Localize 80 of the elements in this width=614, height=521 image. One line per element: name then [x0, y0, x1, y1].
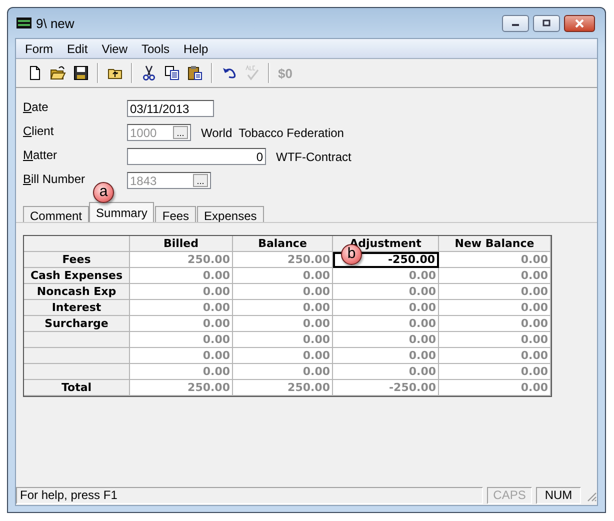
- table-cell[interactable]: 0.00: [130, 364, 233, 380]
- table-cell[interactable]: 0.00: [130, 300, 233, 316]
- tab[interactable]: Summary: [89, 202, 154, 222]
- row-header: Total: [24, 380, 130, 396]
- column-header: New Balance: [439, 236, 551, 252]
- minimize-button[interactable]: [502, 14, 529, 32]
- field-label: Client: [23, 124, 55, 138]
- table-cell[interactable]: 0.00: [130, 316, 233, 332]
- table-cell[interactable]: 250.00: [233, 252, 333, 268]
- menu-item[interactable]: View: [94, 42, 134, 56]
- table-cell[interactable]: 0.00: [439, 300, 551, 316]
- table-cell[interactable]: 0.00: [333, 348, 439, 364]
- menu-item[interactable]: Edit: [60, 42, 95, 56]
- table-cell[interactable]: 0.00: [233, 316, 333, 332]
- save-icon: [73, 65, 89, 81]
- maximize-button[interactable]: [533, 14, 560, 32]
- cut-icon: [141, 65, 157, 81]
- table-cell[interactable]: 0.00: [130, 348, 233, 364]
- table-cell[interactable]: 250.00: [130, 252, 233, 268]
- copy-icon: [164, 65, 180, 81]
- table-cell[interactable]: 0.00: [439, 252, 551, 268]
- table-cell[interactable]: 0.00: [333, 268, 439, 284]
- open-folder-icon: [50, 65, 66, 81]
- paste-icon: [187, 65, 203, 81]
- field-label: Date: [23, 100, 50, 114]
- menu-item[interactable]: Form: [18, 42, 60, 56]
- column-header: Balance: [233, 236, 333, 252]
- table-cell[interactable]: 0.00: [130, 332, 233, 348]
- table-cell[interactable]: 0.00: [233, 300, 333, 316]
- table-cell[interactable]: 0.00: [233, 332, 333, 348]
- app-icon: [16, 17, 32, 29]
- table-cell[interactable]: 0.00: [439, 332, 551, 348]
- maximize-icon: [541, 18, 552, 28]
- tab[interactable]: Fees: [155, 206, 196, 222]
- table-cell[interactable]: 250.00: [233, 380, 333, 396]
- spell-check-icon: [244, 65, 260, 81]
- close-icon: [574, 18, 585, 28]
- table-cell[interactable]: -250.00: [333, 380, 439, 396]
- column-header: Billed: [130, 236, 233, 252]
- table-cell[interactable]: 250.00: [130, 380, 233, 396]
- row-header: Cash Expenses: [24, 268, 130, 284]
- undo-icon: [221, 65, 237, 81]
- row-header: Interest: [24, 300, 130, 316]
- table-cell[interactable]: 0.00: [439, 348, 551, 364]
- field-label: Matter: [23, 148, 58, 162]
- input-field[interactable]: 0: [127, 148, 266, 165]
- table-cell[interactable]: 0.00: [439, 268, 551, 284]
- table-cell[interactable]: 0.00: [439, 380, 551, 396]
- key-indicator: NUM: [536, 487, 581, 504]
- window-title: 9\ new: [36, 16, 76, 30]
- row-header: Surcharge: [24, 316, 130, 332]
- table-cell[interactable]: 0.00: [439, 284, 551, 300]
- status-text: For help, press F1: [16, 487, 483, 504]
- close-button[interactable]: [564, 14, 595, 32]
- tab[interactable]: Expenses: [197, 206, 264, 222]
- new-file-icon: [27, 65, 43, 81]
- menu-item[interactable]: Help: [176, 42, 216, 56]
- key-indicator: CAPS: [487, 487, 532, 504]
- field-description: WTF-Contract: [276, 150, 352, 164]
- table-cell[interactable]: 0.00: [439, 316, 551, 332]
- table-cell[interactable]: 0.00: [333, 316, 439, 332]
- table-cell[interactable]: 0.00: [233, 284, 333, 300]
- table-cell[interactable]: 0.00: [333, 300, 439, 316]
- tab[interactable]: Comment: [23, 206, 90, 222]
- menu-item[interactable]: Tools: [134, 42, 176, 56]
- table-cell[interactable]: 0.00: [333, 364, 439, 380]
- table-cell[interactable]: 0.00: [233, 348, 333, 364]
- table-cell[interactable]: 0.00: [233, 268, 333, 284]
- row-header: Fees: [24, 252, 130, 268]
- table-cell[interactable]: 0.00: [130, 268, 233, 284]
- field-label: Bill Number: [23, 172, 86, 186]
- table-cell[interactable]: 0.00: [233, 364, 333, 380]
- table-cell[interactable]: 0.00: [130, 284, 233, 300]
- resize-grip-icon: [585, 490, 597, 502]
- table-cell[interactable]: 0.00: [333, 284, 439, 300]
- input-field[interactable]: 03/11/2013: [127, 100, 214, 117]
- row-header: Noncash Exp: [24, 284, 130, 300]
- table-cell[interactable]: 0.00: [333, 332, 439, 348]
- table-cell[interactable]: 0.00: [439, 364, 551, 380]
- field-description: World Tobacco Federation: [201, 126, 344, 140]
